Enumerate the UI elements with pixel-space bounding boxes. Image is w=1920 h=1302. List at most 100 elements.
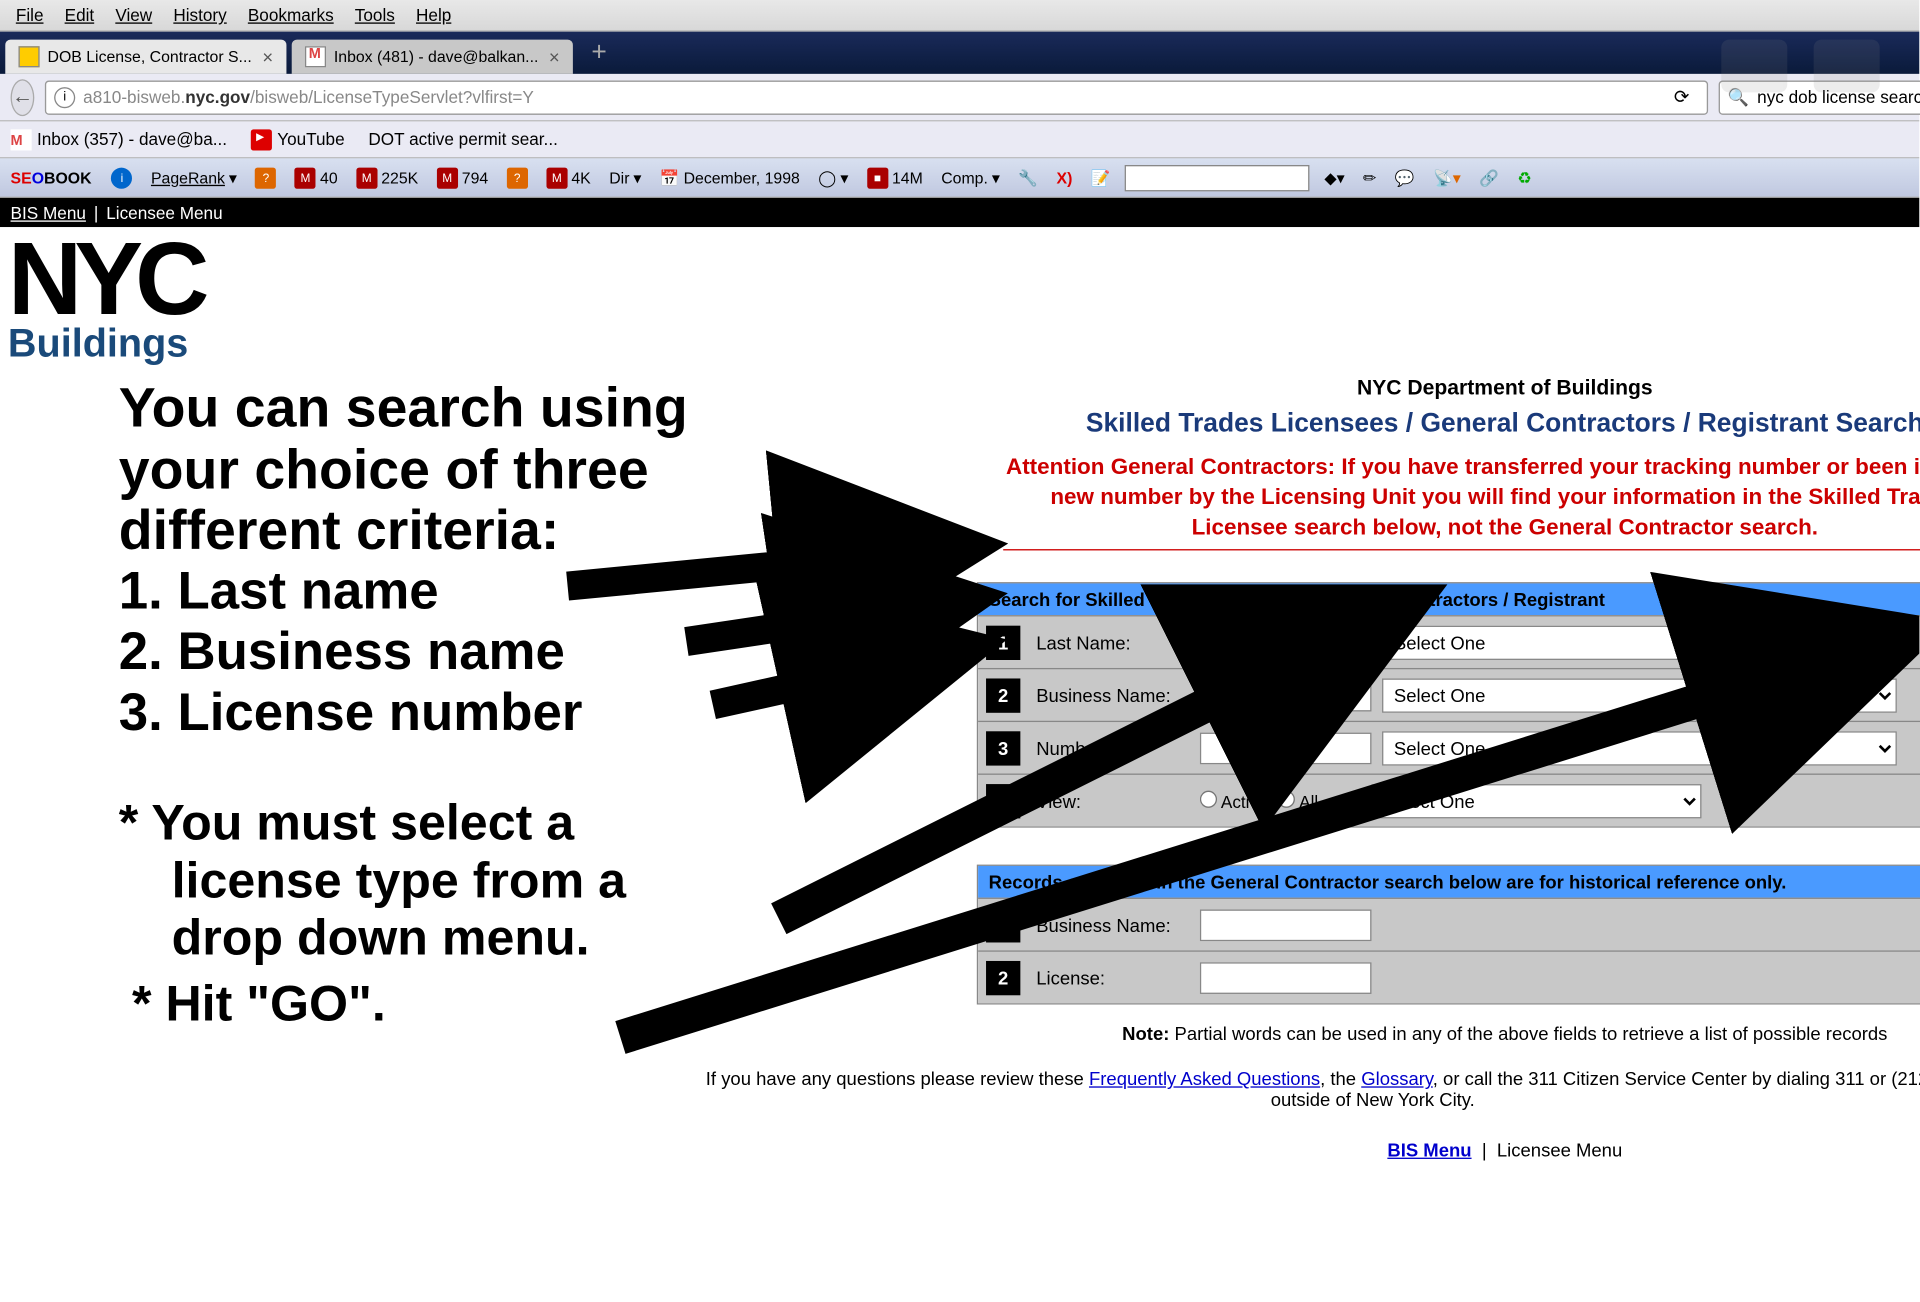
metric-icon: ?	[507, 167, 528, 188]
wayback-date[interactable]: 📅 December, 1998	[656, 168, 804, 186]
menu-view[interactable]: View	[105, 3, 163, 28]
search-row-view: 4 View: Active All Select One GO	[978, 774, 1920, 827]
menu-edit[interactable]: Edit	[54, 3, 105, 28]
bookmark-dot-permit[interactable]: DOT active permit sear...	[368, 129, 557, 149]
gc-businessname-input[interactable]	[1200, 909, 1372, 941]
comp-item[interactable]: Comp. ▾	[937, 168, 1003, 186]
pagerank-item[interactable]: PageRank ▾	[147, 168, 241, 186]
gc-license-input[interactable]	[1200, 962, 1372, 994]
menu-tools[interactable]: Tools	[344, 3, 405, 28]
metric-icon: ?	[255, 167, 276, 188]
row-label: Last Name:	[1028, 632, 1200, 653]
dir-item[interactable]: Dir ▾	[605, 168, 645, 186]
radio-active[interactable]: Active	[1200, 790, 1268, 811]
seo-tool-icon[interactable]: 🔧	[1014, 168, 1042, 186]
new-tab-button[interactable]: +	[578, 38, 620, 68]
bis-menu-link[interactable]: BIS Menu	[1387, 1139, 1471, 1160]
nyc-logo: NYC	[8, 238, 1911, 320]
seo-tool-icon[interactable]: ◆▾	[1320, 168, 1348, 186]
nyc-logo-area: NYC Buildings	[0, 227, 1919, 373]
row-label: Business Name:	[1028, 914, 1200, 935]
search-row-lastname: 1 Last Name: Select One GO	[978, 615, 1920, 668]
number-type-select[interactable]: Select One	[1382, 731, 1897, 765]
tab-gmail-inbox[interactable]: Inbox (481) - dave@balkan... ×	[292, 40, 573, 74]
annotation-criteria-3: 3. License number	[119, 682, 805, 743]
businessname-type-select[interactable]: Select One	[1382, 678, 1897, 712]
menu-bookmarks[interactable]: Bookmarks	[237, 3, 344, 28]
browser-urlbar: ← i a810-bisweb.nyc.gov/bisweb/LicenseTy…	[0, 74, 1919, 122]
seo-x-icon[interactable]: X)	[1053, 168, 1077, 186]
radio-all[interactable]: All	[1278, 790, 1318, 811]
tab-close-icon[interactable]: ×	[549, 46, 560, 67]
tab-dob-license[interactable]: DOB License, Contractor S... ×	[5, 40, 286, 74]
seo-toolbar: SEOBOOK i PageRank ▾ ? M40 M225K M794 ? …	[0, 158, 1919, 198]
faq-link[interactable]: Frequently Asked Questions	[1089, 1068, 1320, 1089]
row-number: 2	[986, 961, 1020, 995]
back-button[interactable]: ←	[11, 79, 35, 116]
menu-file[interactable]: File	[5, 3, 54, 28]
table-header: Records accessed in the General Contract…	[978, 866, 1920, 898]
browser-bookmarkbar: Inbox (357) - dave@ba... YouTube DOT act…	[0, 121, 1919, 158]
seo-refresh-icon[interactable]: ♻	[1513, 168, 1535, 186]
url-path: /bisweb/LicenseTypeServlet?vlfirst=Y	[250, 87, 534, 107]
youtube-icon	[251, 129, 272, 150]
seo-edit-icon[interactable]: 📝	[1087, 168, 1115, 186]
table-header: Search for Skilled Trades Licensees / Ge…	[978, 584, 1920, 616]
seo-search-input[interactable]	[1125, 164, 1310, 190]
general-contractor-search-table: Records accessed in the General Contract…	[977, 865, 1920, 1005]
page-title: NYC Department of Buildings	[977, 378, 1920, 402]
menu-help[interactable]: Help	[405, 3, 461, 28]
tab-close-icon[interactable]: ×	[262, 46, 273, 67]
search-row-gc-license: 2 License: GO	[978, 951, 1920, 1004]
url-domain: nyc.gov	[185, 87, 250, 107]
licensee-menu-label: Licensee Menu	[106, 203, 222, 223]
note-text: Note: Partial words can be used in any o…	[977, 1023, 1920, 1044]
url-prefix: a810-bisweb.	[83, 87, 185, 107]
number-input[interactable]	[1200, 732, 1372, 764]
site-info-icon[interactable]: i	[54, 86, 75, 107]
search-row-number: 3 Number: Select One GO	[978, 721, 1920, 774]
search-row-businessname: 2 Business Name: Select One GO	[978, 668, 1920, 721]
seobook-logo[interactable]: SEOBOOK	[5, 166, 97, 190]
annotation-criteria-1: 1. Last name	[119, 561, 805, 622]
seo-rss-icon[interactable]: 📡▾	[1429, 168, 1465, 186]
metric-icon: M	[546, 167, 567, 188]
seo-bubble-icon[interactable]: 💬	[1391, 168, 1419, 186]
row-label: License:	[1028, 967, 1200, 988]
gmail-icon	[11, 129, 32, 150]
dob-favicon-icon	[18, 46, 39, 67]
lastname-input[interactable]	[1200, 627, 1372, 659]
bookmark-gmail[interactable]: Inbox (357) - dave@ba...	[11, 129, 227, 150]
businessname-input[interactable]	[1200, 679, 1372, 711]
page-subtitle: Skilled Trades Licensees / General Contr…	[977, 410, 1920, 440]
view-type-select[interactable]: Select One	[1371, 784, 1701, 818]
seo-link-icon[interactable]: 🔗	[1475, 168, 1503, 186]
skilled-trades-search-table: Search for Skilled Trades Licensees / Ge…	[977, 582, 1920, 828]
metric-icon: M	[295, 167, 316, 188]
bis-menubar: BIS Menu | Licensee Menu	[0, 198, 1919, 227]
row-number: 4	[986, 784, 1020, 818]
bis-menu-link[interactable]: BIS Menu	[11, 203, 86, 223]
bookmark-label: Inbox (357) - dave@ba...	[37, 129, 227, 149]
browser-menubar: File Edit View History Bookmarks Tools H…	[0, 0, 1919, 32]
tab-label: DOB License, Contractor S...	[48, 48, 252, 66]
annotation-criteria-2: 2. Business name	[119, 622, 805, 683]
metric-icon: M	[437, 167, 458, 188]
info-icon[interactable]: i	[111, 167, 132, 188]
row-label: View:	[1028, 790, 1200, 811]
seo-highlight-icon[interactable]: ✏	[1359, 168, 1380, 186]
search-row-gc-businessname: 1 Business Name: GO	[978, 898, 1920, 951]
lastname-type-select[interactable]: Select One	[1382, 625, 1897, 659]
tab-label: Inbox (481) - dave@balkan...	[334, 48, 539, 66]
bookmark-youtube[interactable]: YouTube	[251, 129, 345, 150]
glossary-link[interactable]: Glossary	[1361, 1068, 1433, 1089]
help-text: If you have any questions please review …	[686, 1068, 1920, 1110]
reload-button[interactable]: ⟳	[1665, 86, 1699, 108]
row-number: 2	[986, 678, 1020, 712]
row-number: 1	[986, 625, 1020, 659]
row-label: Business Name:	[1028, 685, 1200, 706]
menu-history[interactable]: History	[163, 3, 238, 28]
metric-icon: ■	[867, 167, 888, 188]
address-bar[interactable]: i a810-bisweb.nyc.gov/bisweb/LicenseType…	[45, 80, 1708, 114]
bookmark-label: YouTube	[277, 129, 344, 149]
